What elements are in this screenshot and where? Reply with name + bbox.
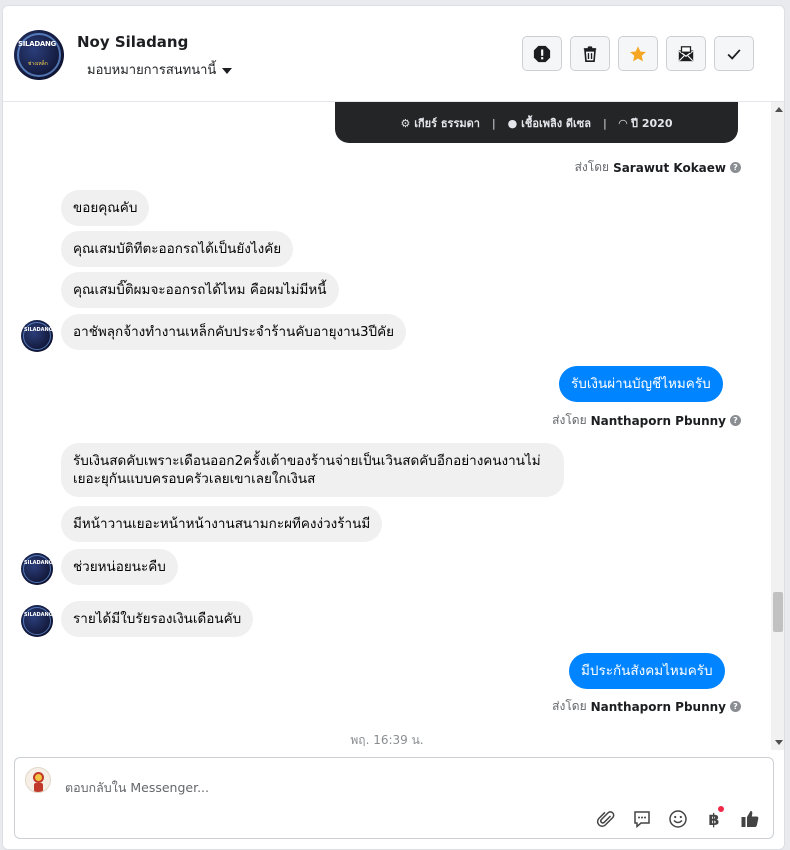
scroll-up-arrow-icon[interactable] <box>775 107 783 112</box>
incoming-message[interactable]: มีหน้าวานเยอะหน้าหน้างานสนามกะผทีคงง่วงร… <box>61 506 383 542</box>
like-button[interactable] <box>739 808 761 830</box>
star-icon <box>630 45 646 61</box>
vehicle-specs: ⚙ เกียร์ ธรรมดา | ● เชื้อเพลิง ดีเซล | ◠… <box>335 114 738 132</box>
avatar-logo-text: SILADANG <box>18 40 56 48</box>
sent-by-prefix: ส่งโดย <box>552 699 587 713</box>
sticker-icon <box>634 811 650 829</box>
incoming-message[interactable]: คุณเสมบิ๊ติผมจะออกรถได้ไหม คือผมไม่มีหนี… <box>61 272 339 308</box>
incoming-message[interactable]: คุณเสมบัติทีตะออกรถได้เป็นยังไงคัย <box>61 231 294 267</box>
attach-button[interactable] <box>595 808 617 830</box>
star-button[interactable] <box>618 36 658 71</box>
delete-button[interactable] <box>570 36 610 71</box>
question-icon[interactable]: ? <box>730 162 741 173</box>
spec-gear: เกียร์ ธรรมดา <box>414 117 480 130</box>
mark-unread-button[interactable] <box>666 36 706 71</box>
incoming-message[interactable]: อาชัพลุกจ้างทำงานเหล็กคับประจำร้านคับอาย… <box>61 314 407 350</box>
composer-toolbar: ฿ <box>595 806 761 830</box>
assign-label: มอบหมายการสนทนานี้ <box>87 63 217 78</box>
sent-by-label: ส่งโดย Nanthaporn Pbunny ? <box>552 411 741 430</box>
caret-down-icon <box>222 67 233 74</box>
sender-name[interactable]: Sarawut Kokaew <box>613 161 726 175</box>
gear-icon: ⚙ <box>400 117 411 130</box>
contact-name[interactable]: Noy Siladang <box>77 33 188 51</box>
vehicle-listing-card[interactable]: ⚙ เกียร์ ธรรมดา | ● เชื้อเพลิง ดีเซล | ◠… <box>335 102 738 143</box>
saved-replies-button[interactable] <box>631 808 653 830</box>
question-icon[interactable]: ? <box>730 415 741 426</box>
like-icon <box>741 810 759 827</box>
notification-dot <box>718 806 724 812</box>
incoming-message[interactable]: ช่วยหน่อยนะคืบ <box>61 549 178 585</box>
assign-conversation-dropdown[interactable]: มอบหมายการสนทนานี้ <box>87 59 233 80</box>
reply-input[interactable]: ตอบกลับใน Messenger... <box>65 778 209 798</box>
page-avatar <box>25 767 51 793</box>
sender-name[interactable]: Nanthaporn Pbunny <box>591 414 726 428</box>
incoming-message[interactable]: รับเงินสดคับเพราะเดือนออก2ครั้งเต้าของร้… <box>61 443 564 497</box>
spec-fuel: เชื้อเพลิง ดีเซล <box>521 117 592 130</box>
messenger-panel: SILADANG ช่างเหล็ก Noy Siladang มอบหมายก… <box>2 5 785 850</box>
trash-icon <box>583 45 597 62</box>
speedometer-icon: ◠ <box>618 117 628 130</box>
spec-divider: | <box>602 117 607 130</box>
avatar-logo-subtext: ช่างเหล็ก <box>28 61 48 67</box>
message-thread[interactable]: ⚙ เกียร์ ธรรมดา | ● เชื้อเพลิง ดีเซล | ◠… <box>3 102 784 750</box>
fuel-icon: ● <box>507 117 518 130</box>
attach-icon <box>596 811 615 827</box>
conversation-header: SILADANG ช่างเหล็ก Noy Siladang มอบหมายก… <box>3 6 784 102</box>
sent-by-prefix: ส่งโดย <box>574 160 610 174</box>
check-icon <box>727 48 741 60</box>
question-icon[interactable]: ? <box>730 701 741 712</box>
avatar-logo-text: SILADANG <box>24 612 53 618</box>
scroll-thumb[interactable] <box>773 592 783 632</box>
spec-divider: | <box>491 117 496 130</box>
sent-by-label: ส่งโดย Nanthaporn Pbunny ? <box>552 697 741 716</box>
incoming-message[interactable]: รายได้มีใบรัยรองเงินเดือนคับ <box>61 601 254 637</box>
message-timestamp: พฤ. 16:39 น. <box>350 733 424 747</box>
emoji-button[interactable] <box>667 808 689 830</box>
incoming-message[interactable]: ขอยคุณคับ <box>61 190 150 226</box>
alert-icon <box>533 45 551 62</box>
outgoing-message[interactable]: รับเงินผ่านบัญชีไหมครับ <box>559 366 723 402</box>
reply-composer[interactable]: ตอบกลับใน Messenger... ฿ <box>14 757 774 839</box>
payment-button[interactable]: ฿ <box>703 806 725 830</box>
sent-by-prefix: ส่งโดย <box>552 413 587 427</box>
contact-avatar[interactable]: SILADANG ช่างเหล็ก <box>14 30 64 80</box>
sender-avatar[interactable]: SILADANG <box>21 320 53 352</box>
thread-scrollbar[interactable] <box>771 102 784 750</box>
scroll-down-arrow-icon[interactable] <box>775 740 783 745</box>
sender-avatar[interactable]: SILADANG <box>21 605 53 637</box>
sent-by-label: ส่งโดย Sarawut Kokaew ? <box>575 158 741 177</box>
payment-icon: ฿ <box>708 809 720 829</box>
mark-done-button[interactable] <box>714 36 754 71</box>
sender-avatar[interactable]: SILADANG <box>21 553 53 585</box>
outgoing-message[interactable]: มีประกันสังคมไหมครับ <box>569 653 725 689</box>
avatar-logo-text: SILADANG <box>24 327 53 333</box>
mark-unread-icon <box>678 45 694 61</box>
report-button[interactable] <box>522 36 562 71</box>
emoji-icon <box>669 810 687 828</box>
spec-year: ปี 2020 <box>631 117 673 130</box>
sender-name[interactable]: Nanthaporn Pbunny <box>591 700 726 714</box>
avatar-logo-text: SILADANG <box>24 560 53 566</box>
header-toolbar <box>522 36 754 71</box>
